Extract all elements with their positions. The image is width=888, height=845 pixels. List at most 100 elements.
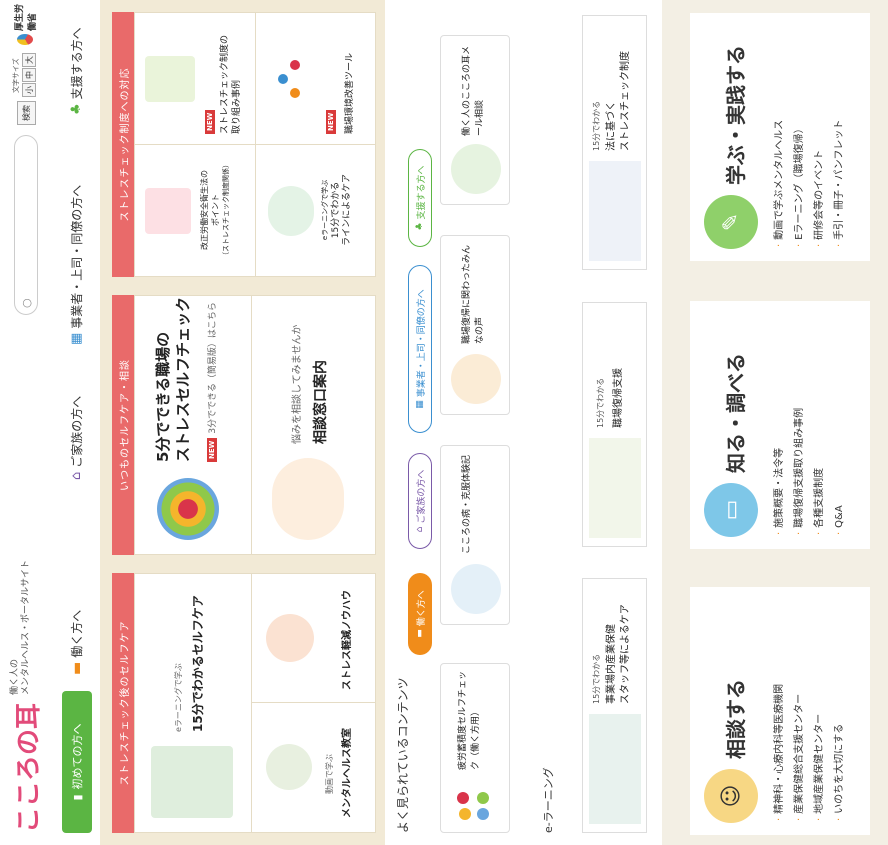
- book-icon: ▭: [704, 483, 758, 537]
- learn-list: ·施策概要・法令等 ·職場復帰支援取り組み事例 ·各種支援制度 ·Q&A: [770, 408, 850, 535]
- pill-employers[interactable]: ▦ 事業者・上司・同僚の方へ: [408, 265, 432, 433]
- search-button[interactable]: 検索: [17, 101, 36, 125]
- subtitle-line2: メンタルヘルス・ポータルサイト: [21, 559, 31, 695]
- team-illustration: [268, 186, 314, 236]
- house-icon: ⌂: [69, 471, 84, 480]
- practice-link-1[interactable]: ·動画で学ぶメンタルヘルス: [770, 120, 790, 247]
- elearning-card-staff-care[interactable]: 15分でわかる 事業場内産業保健 スタッフ等によるケア: [582, 578, 647, 833]
- font-size-controls: 小 中 大: [22, 53, 36, 97]
- doctors-icon: ☺: [704, 769, 758, 823]
- girl-illustration: [451, 564, 501, 614]
- popular-heading: よく見られているコンテンツ: [396, 677, 410, 833]
- line-care-item[interactable]: eラーニングで学ぶ 15分でわかる ラインによるケア: [256, 144, 376, 276]
- pill-workers[interactable]: ▬ 働く方へ: [408, 573, 432, 655]
- color-drops-illustration: [455, 778, 497, 822]
- pencil-icon: ✎: [704, 195, 758, 249]
- office-illustration: [589, 438, 641, 538]
- briefcase-icon: ▬: [415, 629, 425, 638]
- book-icon: ▮: [70, 794, 84, 801]
- site-subtitle: 働く人の メンタルヘルス・ポータルサイト: [10, 560, 32, 695]
- workplace-improvement-item[interactable]: NEW 職場環境改善ツール: [256, 12, 376, 144]
- font-size-label: 文字サイズ: [12, 58, 20, 93]
- nav-family[interactable]: ⌂ ご家族の方へ: [68, 396, 85, 480]
- everyday-card: 5分でできる職場の ストレスセルフチェック NEW 3分でできる（簡易版）はこち…: [134, 295, 376, 555]
- ministry-logo[interactable]: 厚生労働省: [12, 0, 38, 45]
- search-input[interactable]: [19, 136, 33, 293]
- consult-link-1[interactable]: ·精神科・心療内科等医療機関: [770, 684, 790, 821]
- consult-link-2[interactable]: ·産業保健総合支援センター: [790, 684, 810, 821]
- selfcheck-title-line2: ストレスセルフチェック: [174, 296, 192, 462]
- consult-people-illustration: [272, 458, 344, 540]
- learn-link-3[interactable]: ·各種支援制度: [810, 408, 830, 535]
- nav-supporters[interactable]: ♣ 支援する方へ: [68, 27, 85, 115]
- selfcare-elearning-item[interactable]: eラーニングで学ぶ 15分でわかるセルフケア: [135, 573, 252, 832]
- simple-version-link[interactable]: 3分でできる（簡易版）はこちら: [205, 302, 218, 434]
- sprout-icon: ♣: [415, 222, 425, 231]
- video-illustration: [266, 744, 312, 790]
- practice-link-3[interactable]: ·研修会等のイベント: [810, 120, 830, 247]
- building-icon: ▦: [415, 400, 425, 409]
- selfcare-video-item[interactable]: 動画で学ぶ メンタルヘルス教室: [252, 702, 376, 832]
- popular-card-voices[interactable]: 職場復帰に関わったみんなの声: [440, 235, 510, 415]
- elearning-card-stress-check-law[interactable]: 15分でわかる 法に基づく ストレスチェック制度: [582, 15, 647, 270]
- first-time-button[interactable]: ▮ 初めての方へ: [62, 691, 92, 833]
- consult-window-item[interactable]: 悩みを相談してみませんか 相談窓口案内: [252, 295, 376, 554]
- stress-reduction-item[interactable]: ストレス軽減ノウハウ: [252, 573, 376, 702]
- teacher-illustration: [151, 746, 233, 818]
- page: こころの耳 働く人の メンタルヘルス・ポータルサイト ▮ 初めての方へ ▬ 働く…: [0, 0, 888, 845]
- site-logo[interactable]: こころの耳: [8, 703, 45, 833]
- learn-link-2[interactable]: ·職場復帰支援取り組み事例: [790, 408, 810, 535]
- practice-link-2[interactable]: ·Eラーニング（職場復帰）: [790, 120, 810, 247]
- learn-title: 知る・調べる: [724, 353, 748, 473]
- consult-link-3[interactable]: ·地域産業保健センター: [810, 684, 830, 821]
- learn-box[interactable]: ▭ 知る・調べる ·施策概要・法令等 ·職場復帰支援取り組み事例 ·各種支援制度…: [690, 301, 870, 549]
- elearning-heading: e-ラーニング: [542, 767, 555, 833]
- pill-supporters[interactable]: ♣ 支援する方へ: [408, 149, 432, 247]
- search-icon: ○: [19, 298, 33, 308]
- consult-box[interactable]: ☺ 相談する ·精神科・心療内科等医療機関 ·産業保健総合支援センター ·地域産…: [690, 587, 870, 835]
- learn-link-4[interactable]: ·Q&A: [830, 408, 850, 535]
- stress-check-icon: [157, 478, 219, 540]
- nav-workers[interactable]: ▬ 働く方へ: [68, 610, 85, 675]
- people-illustration: [266, 614, 314, 662]
- selfcheck-item[interactable]: 5分でできる職場の ストレスセルフチェック NEW 3分でできる（簡易版）はこち…: [135, 295, 252, 554]
- practice-title: 学ぶ・実践する: [724, 45, 748, 185]
- law-points-item[interactable]: 改正労働安全衛生法の ポイント （ストレスチェック制度関係）: [135, 144, 256, 276]
- people-dots-illustration: [270, 56, 310, 102]
- popular-card-fatigue-check[interactable]: 疲労蓄積度セルフチェック（働く方用）: [440, 663, 510, 833]
- document-illustration: [145, 188, 191, 234]
- building-icon: ▦: [69, 332, 84, 345]
- subtitle-line1: 働く人の: [10, 658, 20, 695]
- pill-family[interactable]: ⌂ ご家族の方へ: [408, 453, 432, 549]
- stresscheck-card: 改正労働安全衛生法の ポイント （ストレスチェック制度関係） NEW ストレスチ…: [134, 12, 376, 277]
- search-box: ○: [14, 135, 38, 315]
- building-illustration: [589, 161, 641, 261]
- consult-title: 相談する: [724, 679, 748, 759]
- learn-link-1[interactable]: ·施策概要・法令等: [770, 408, 790, 535]
- consult-link-4[interactable]: ·いのちを大切にする: [830, 684, 850, 821]
- ministry-mark-icon: [17, 33, 33, 45]
- selfcheck-title-line1: 5分でできる職場の: [154, 331, 172, 462]
- envelope-illustration: [451, 144, 501, 194]
- selfcare-card: eラーニングで学ぶ 15分でわかるセルフケア 動画で学ぶ メンタルヘルス教室 ス…: [134, 573, 376, 833]
- practice-box[interactable]: ✎ 学ぶ・実践する ·動画で学ぶメンタルヘルス ·Eラーニング（職場復帰） ·研…: [690, 13, 870, 261]
- popular-card-recovery-stories[interactable]: こころの病・克服体験記: [440, 445, 510, 625]
- font-large-button[interactable]: 大: [22, 53, 36, 67]
- consult-list: ·精神科・心療内科等医療機関 ·産業保健総合支援センター ·地域産業保健センター…: [770, 684, 850, 821]
- briefcase-icon: ▬: [68, 661, 85, 675]
- practice-list: ·動画で学ぶメンタルヘルス ·Eラーニング（職場復帰） ·研修会等のイベント ·…: [770, 120, 850, 247]
- popular-card-mail-consult[interactable]: 働く人のこころの耳メール相談: [440, 35, 510, 205]
- practice-link-4[interactable]: ·手引・冊子・パンフレット: [830, 120, 850, 247]
- new-badge-2: NEW: [205, 109, 215, 134]
- sprout-icon: ♣: [69, 103, 84, 115]
- everyday-section-bar: いつものセルフケア・相談: [112, 295, 134, 555]
- selfcare-section-bar: ストレスチェック後のセルフケア: [112, 573, 134, 833]
- case-studies-item[interactable]: NEW ストレスチェック制度の 取り組み事例: [135, 12, 256, 144]
- staff-illustration: [589, 714, 641, 824]
- new-badge: NEW: [206, 437, 217, 462]
- house-icon: ⌂: [415, 526, 425, 533]
- font-small-button[interactable]: 小: [22, 83, 36, 97]
- elearning-card-return-support[interactable]: 15分でわかる 職場復帰支援: [582, 302, 647, 547]
- nav-employers[interactable]: ▦ 事業者・上司・同僚の方へ: [68, 185, 85, 345]
- font-medium-button[interactable]: 中: [22, 68, 36, 82]
